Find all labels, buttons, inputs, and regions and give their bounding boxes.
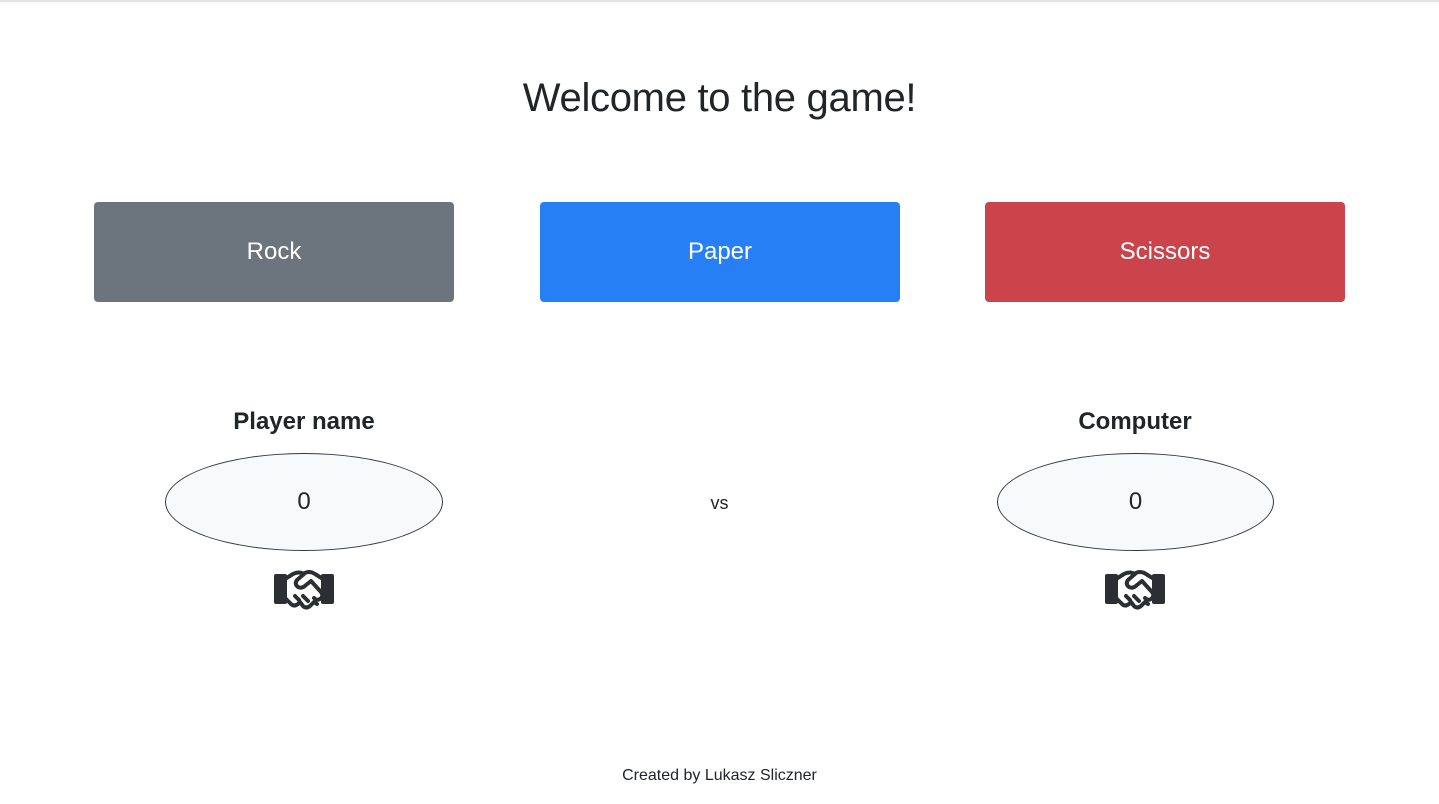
top-border (0, 0, 1439, 2)
computer-name-label: Computer (1078, 408, 1192, 435)
rock-button[interactable]: Rock (94, 202, 454, 302)
page-title: Welcome to the game! (522, 76, 917, 120)
handshake-icon (274, 570, 334, 610)
footer-credit: Created by Lukasz Sliczner (622, 767, 817, 784)
handshake-icon (1105, 570, 1165, 610)
computer-score: 0 (997, 453, 1274, 551)
computer-score-value: 0 (1128, 488, 1143, 515)
player-name-label: Player name (233, 408, 375, 435)
paper-button[interactable]: Paper (540, 202, 900, 302)
scissors-button[interactable]: Scissors (985, 202, 1345, 302)
